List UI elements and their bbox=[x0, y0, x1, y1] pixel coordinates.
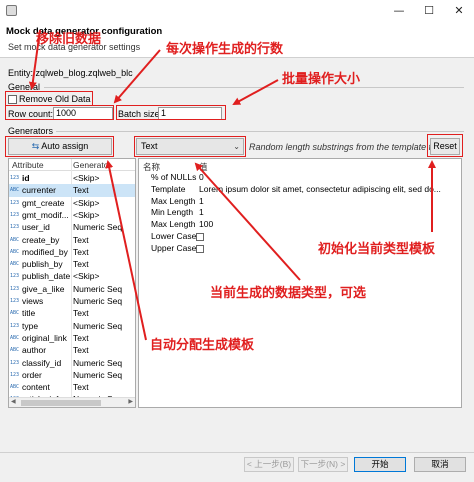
type-arrow bbox=[194, 162, 301, 281]
auto-assign-arrow bbox=[105, 160, 147, 341]
annotation-batch-size: 批量操作大小 bbox=[282, 72, 361, 87]
annotation-row-count: 每次操作生成的行数 bbox=[166, 42, 284, 57]
annotation-type: 当前生成的数据类型，可选 bbox=[210, 286, 367, 301]
annotation-reset: 初始化当前类型模板 bbox=[318, 242, 436, 257]
row-count-arrow bbox=[113, 49, 161, 104]
annotation-auto-assign: 自动分配生成模板 bbox=[150, 338, 255, 353]
annotation-remove-old: 移除旧数据 bbox=[36, 32, 102, 47]
batch-size-arrow bbox=[232, 79, 279, 105]
